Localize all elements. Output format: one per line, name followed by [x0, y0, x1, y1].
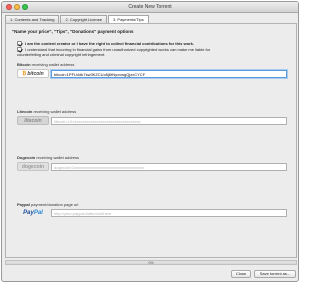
paypal-field-label: Paypal payment/donation page url	[17, 202, 78, 207]
window-title: Create New Torrent	[128, 4, 172, 10]
bitcoin-label-rest: receiving wallet address	[30, 62, 75, 67]
payments-heading: "Name your price", "Tips", "Donations" p…	[12, 29, 134, 34]
paypal-url-input[interactable]: http://your.paypal.button/url/here	[51, 209, 287, 217]
paypal-logo-pal: Pal	[33, 209, 43, 216]
save-torrent-button[interactable]: Save torrent as...	[254, 270, 296, 278]
close-button[interactable]: Close	[231, 270, 251, 278]
tab-payments-tips[interactable]: 3. Payments/Tips	[107, 15, 149, 23]
litecoin-label-name: Litecoin	[17, 109, 33, 114]
payments-panel: "Name your price", "Tips", "Donations" p…	[5, 23, 297, 258]
paypal-label-name: Paypal	[17, 202, 30, 207]
tab-copyright-license[interactable]: 2. Copyright License	[60, 15, 107, 23]
content-creator-checkbox[interactable]	[17, 41, 22, 46]
litecoin-logo-text: litecoin	[24, 117, 42, 124]
create-torrent-window: Create New Torrent 1. Contents and Track…	[1, 1, 299, 282]
progress-text: 0%	[148, 261, 154, 265]
bitcoin-field-label: Bitcoin receiving wallet address	[17, 62, 74, 67]
dogecoin-logo-text: dogecoin	[21, 163, 45, 170]
dogecoin-label-rest: receiving wallet address	[35, 155, 80, 160]
paypal-label-rest: payment/donation page url	[29, 202, 79, 207]
tab-contents-and-tracking[interactable]: 1. Contents and Tracking	[5, 15, 60, 23]
titlebar: Create New Torrent	[2, 2, 298, 13]
bitcoin-logo: ₿ bitcoin	[17, 69, 49, 78]
litecoin-address-input[interactable]: litecoin:LXxxxxxxxxxxxxxxxxxxxxxxxxxxxxx…	[51, 117, 287, 125]
bitcoin-address-input[interactable]: bitcoin:1PFU4dk7sw3KZCUo5j6tNyxvwgQjzxCY…	[51, 70, 287, 78]
litecoin-field-label: Litecoin receiving wallet address	[17, 109, 76, 114]
content-creator-checkbox-label: I am the content creator or I have the r…	[25, 41, 194, 46]
bitcoin-logo-text: bitcoin	[27, 70, 44, 77]
dogecoin-address-input[interactable]: dogecoin:Dxxxxxxxxxxxxxxxxxxxxxxxxxxxxxx…	[51, 163, 287, 171]
progress-bar: 0%	[5, 260, 297, 265]
dogecoin-logo: dogecoin	[17, 162, 49, 171]
bitcoin-label-name: Bitcoin	[17, 62, 31, 67]
tab-bar: 1. Contents and Tracking 2. Copyright Li…	[5, 15, 150, 23]
paypal-logo: Pay Pal	[17, 208, 49, 217]
dogecoin-label-name: Dogecoin	[17, 155, 36, 160]
dogecoin-field-label: Dogecoin receiving wallet address	[17, 155, 79, 160]
litecoin-label-rest: receiving wallet address	[32, 109, 77, 114]
bitcoin-icon: ₿	[22, 70, 27, 77]
paypal-logo-pay: Pay	[23, 209, 34, 216]
litecoin-logo: litecoin	[17, 116, 49, 125]
understand-liability-label-line2: counterfeiting and criminal copyright in…	[17, 52, 106, 57]
